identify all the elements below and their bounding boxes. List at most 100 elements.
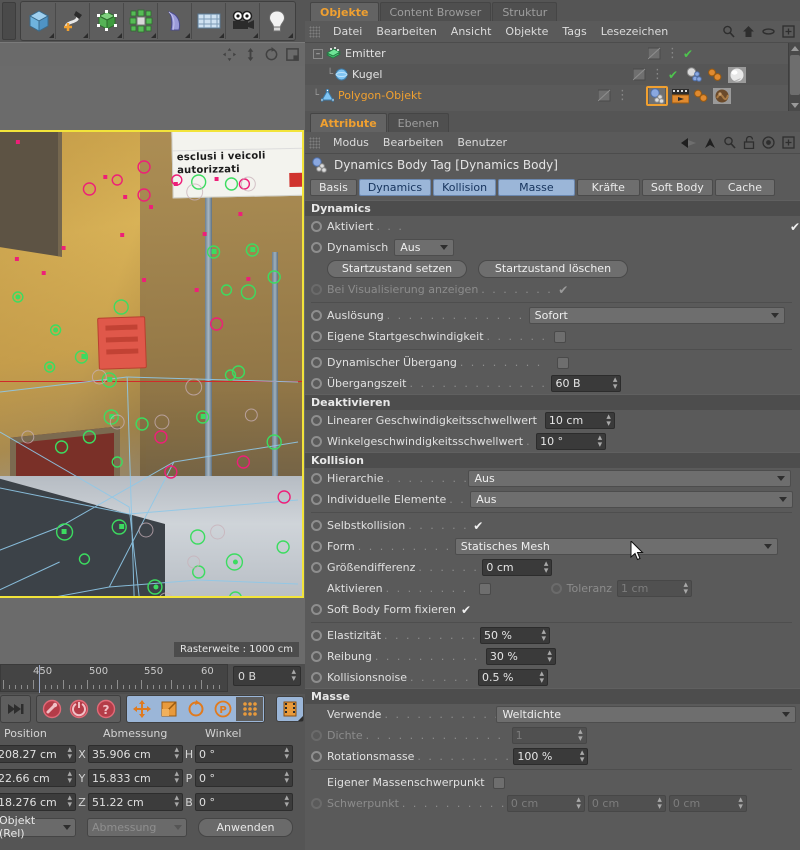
object-tree-scrollbar[interactable] [788,43,800,111]
dropdown-form[interactable]: Statisches Mesh [455,538,778,555]
timeline[interactable]: 450 500 550 60 [0,664,305,694]
size-x-stepper[interactable]: ▴▾ [174,747,179,761]
home-icon[interactable] [742,25,755,38]
kollisionsnoise-stepper[interactable]: ▴▾ [540,671,545,685]
row-hierarchie[interactable]: Hierarchie . . . . . . . . . . Aus [305,468,800,489]
row-dynamisch[interactable]: Dynamisch Aus [305,237,800,258]
dynamics-body-tag-icon[interactable] [686,67,702,83]
search-icon[interactable] [723,136,736,149]
spline-pen-icon[interactable] [56,3,90,39]
texture-tag-icon[interactable] [713,88,731,104]
angle-p-stepper[interactable]: ▴▾ [284,771,289,785]
field-reibung[interactable]: 30 % ▴▾ [486,648,556,665]
animate-dot-icon[interactable] [311,672,322,683]
target-icon[interactable] [762,136,775,149]
animate-dot-icon[interactable] [311,221,322,232]
visibility-dots[interactable]: ⋮ [616,92,629,100]
row-aktivieren-toleranz[interactable]: Aktivieren . . . . . . . . . . . Toleran… [305,578,800,599]
row-softbody-form-fixieren[interactable]: Soft Body Form fixieren ✔ [305,599,800,620]
field-rotationsmasse[interactable]: 100 % ▴▾ [513,748,588,765]
object-row-polygon-objekt[interactable]: └ Polygon-Objekt ⋮ [305,85,800,106]
tracked-footage[interactable]: esclusi i veicoli autorizzati [0,130,304,598]
groessendifferenz-stepper[interactable]: ▴▾ [544,561,549,575]
uebergangszeit-stepper[interactable]: ▴▾ [613,377,618,391]
pos-x-field[interactable]: 208.27 cm ▴▾ [0,745,76,763]
record-key-icon[interactable] [38,697,65,721]
row-ausloesung[interactable]: Auslösung . . . . . . . . . . . . . . . … [305,305,800,326]
scrollbar-thumb[interactable] [790,55,800,95]
cube-icon[interactable] [22,3,56,39]
visibility-dots[interactable]: ⋮ [651,71,664,79]
object-row-kugel[interactable]: └ Kugel ⋮ ✔ [305,64,800,85]
animate-dot-icon[interactable] [311,630,322,641]
point-level-icon[interactable] [236,697,263,721]
particle-tag-icon[interactable] [707,67,723,83]
checkbox-eigener-massenschwerpunkt[interactable] [493,777,505,789]
rot-key-icon[interactable] [182,697,209,721]
param-key-icon[interactable]: P [209,697,236,721]
animate-dot-icon[interactable] [311,378,322,389]
tab-ebenen[interactable]: Ebenen [388,113,449,132]
menu-benutzer[interactable]: Benutzer [450,136,514,149]
angular-threshold-stepper[interactable]: ▴▾ [598,435,603,449]
checkbox-aktivieren[interactable] [479,583,491,595]
row-angular-threshold[interactable]: Winkelgeschwindigkeitsschwellwert . 10 °… [305,431,800,452]
menu-bearbeiten[interactable]: Bearbeiten [369,25,443,38]
animate-dot-icon[interactable] [311,331,322,342]
back-arrow-icon[interactable] [681,137,697,149]
light-bulb-icon[interactable] [260,3,294,39]
animate-dot-icon[interactable] [311,541,322,552]
menu-ansicht[interactable]: Ansicht [444,25,499,38]
current-frame-field[interactable]: 0 B ▴▾ [233,666,301,686]
animate-dot-icon[interactable] [311,436,322,447]
checkbox-selbstkollision[interactable]: ✔ [473,519,483,533]
particle-tag-icon[interactable] [693,88,709,104]
row-kollisionsnoise[interactable]: Kollisionsnoise . . . . . . . . 0.5 % ▴▾ [305,667,800,688]
camera-icon[interactable] [226,3,260,39]
elastizitaet-stepper[interactable]: ▴▾ [542,629,547,643]
tab-content-browser[interactable]: Content Browser [380,2,492,21]
coord-mode-dropdown[interactable]: Objekt (Rel) [0,818,76,837]
ptab-dynamics[interactable]: Dynamics [359,179,431,196]
row-linear-threshold[interactable]: Linearer Geschwindigkeitsschwellwert 10 … [305,410,800,431]
animate-dot-icon[interactable] [311,651,322,662]
size-y-stepper[interactable]: ▴▾ [174,771,179,785]
animate-dot-icon[interactable] [311,751,322,762]
row-eigener-massenschwerpunkt[interactable]: Eigener Massenschwerpunkt [305,772,800,793]
animate-dot-icon[interactable] [311,562,322,573]
angle-b-field[interactable]: 0 ° ▴▾ [195,793,293,811]
apply-button[interactable]: Anwenden [198,818,293,837]
object-row-emitter[interactable]: – Emitter ⋮ ✔ [305,43,800,64]
row-rotationsmasse[interactable]: Rotationsmasse . . . . . . . . . . . 100… [305,746,800,767]
menu-datei[interactable]: Datei [326,25,369,38]
visibility-dots[interactable]: ⋮ [666,50,679,58]
size-y-field[interactable]: 15.833 cm ▴▾ [88,769,183,787]
pos-x-stepper[interactable]: ▴▾ [67,747,72,761]
size-x-field[interactable]: 35.906 cm ▴▾ [88,745,183,763]
animate-dot-icon[interactable] [311,310,322,321]
tab-objekte[interactable]: Objekte [310,2,379,21]
dropdown-hierarchie[interactable]: Aus [468,470,791,487]
deformer-cube-icon[interactable] [90,3,124,39]
up-arrow-icon[interactable] [704,137,716,149]
autokey-icon[interactable] [65,697,92,721]
layer-swatch[interactable] [633,68,646,81]
angle-p-field[interactable]: 0 ° ▴▾ [195,769,293,787]
pos-z-stepper[interactable]: ▴▾ [67,795,72,809]
ptab-masse[interactable]: Masse [498,179,574,196]
playhead[interactable] [39,665,40,693]
angle-b-stepper[interactable]: ▴▾ [284,795,289,809]
field-elastizitaet[interactable]: 50 % ▴▾ [480,627,550,644]
ptab-cache[interactable]: Cache [715,179,775,196]
maximize-view-icon[interactable] [285,47,300,62]
palette-grip[interactable] [2,2,16,40]
row-aktiviert[interactable]: Aktiviert . . . ✔ [305,216,800,237]
dropdown-ausloesung[interactable]: Sofort [529,307,785,324]
checkbox-startgeschwindigkeit[interactable] [554,331,566,343]
row-elastizitaet[interactable]: Elastizität . . . . . . . . . . . 50 % ▴… [305,625,800,646]
rotationsmasse-stepper[interactable]: ▴▾ [580,750,585,764]
timeline-ruler[interactable]: 450 500 550 60 [0,664,228,692]
keyframe-selection-icon[interactable] [276,696,304,722]
viewport[interactable]: esclusi i veicoli autorizzati [0,66,305,664]
animate-dot-icon[interactable] [311,473,322,484]
